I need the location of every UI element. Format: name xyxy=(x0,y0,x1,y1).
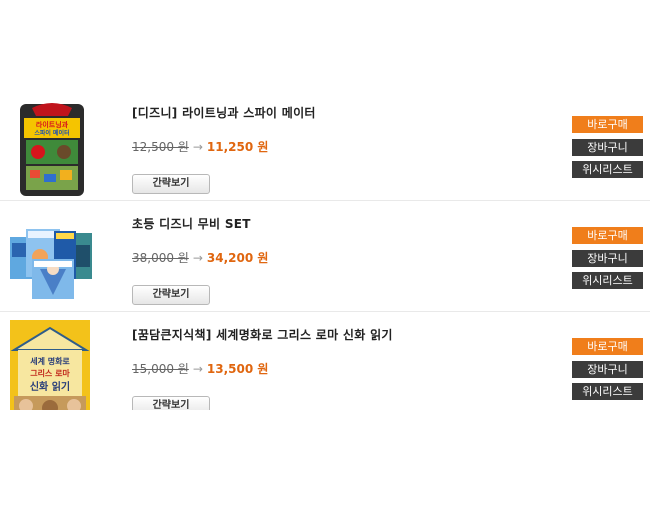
list-item: 세계 명화로 그리스 로마 신화 읽기 [꿈담큰지식책] 세계명화로 그리스 로… xyxy=(0,312,650,410)
wishlist-button[interactable]: 위시리스트 xyxy=(572,383,643,400)
list-item: 라이트닝과 스파이 메이터 [디즈니] 라이트닝과 스파이 메이터 12,500… xyxy=(0,90,650,201)
sale-price: 11,250 원 xyxy=(206,140,269,154)
svg-text:스파이 메이터: 스파이 메이터 xyxy=(34,129,69,137)
quick-view-button[interactable]: 간략보기 xyxy=(132,396,210,410)
add-to-cart-button[interactable]: 장바구니 xyxy=(572,250,643,267)
svg-text:세계 명화로: 세계 명화로 xyxy=(30,356,70,366)
svg-text:신화 읽기: 신화 읽기 xyxy=(30,380,70,393)
svg-text:라이트닝과: 라이트닝과 xyxy=(36,120,69,129)
original-price: 38,000 원 xyxy=(132,251,189,265)
product-thumbnail[interactable]: 세계 명화로 그리스 로마 신화 읽기 xyxy=(10,320,94,410)
wishlist-button[interactable]: 위시리스트 xyxy=(572,161,643,178)
sale-price: 13,500 원 xyxy=(206,362,269,376)
original-price: 15,000 원 xyxy=(132,362,189,376)
arrow-icon: → xyxy=(192,362,203,376)
product-title[interactable]: 초등 디즈니 무비 SET xyxy=(132,215,251,232)
product-title[interactable]: [디즈니] 라이트닝과 스파이 메이터 xyxy=(132,104,316,121)
buy-now-button[interactable]: 바로구매 xyxy=(572,116,643,133)
list-item: 초등 디즈니 무비 SET 38,000 원 → 34,200 원 간략보기 바로구… xyxy=(0,201,650,312)
product-thumbnail[interactable]: 라이트닝과 스파이 메이터 xyxy=(10,98,94,198)
arrow-icon: → xyxy=(192,140,203,154)
original-price: 12,500 원 xyxy=(132,140,189,154)
buy-now-button[interactable]: 바로구매 xyxy=(572,227,643,244)
add-to-cart-button[interactable]: 장바구니 xyxy=(572,139,643,156)
quick-view-button[interactable]: 간략보기 xyxy=(132,285,210,305)
product-thumbnail[interactable] xyxy=(10,209,94,309)
wishlist-button[interactable]: 위시리스트 xyxy=(572,272,643,289)
arrow-icon: → xyxy=(192,251,203,265)
sale-price: 34,200 원 xyxy=(206,251,269,265)
quick-view-button[interactable]: 간략보기 xyxy=(132,174,210,194)
product-price: 15,000 원 → 13,500 원 xyxy=(132,360,268,377)
product-price: 12,500 원 → 11,250 원 xyxy=(132,138,268,155)
product-price: 38,000 원 → 34,200 원 xyxy=(132,249,268,266)
add-to-cart-button[interactable]: 장바구니 xyxy=(572,361,643,378)
product-title[interactable]: [꿈담큰지식책] 세계명화로 그리스 로마 신화 읽기 xyxy=(132,326,393,343)
buy-now-button[interactable]: 바로구매 xyxy=(572,338,643,355)
svg-text:그리스 로마: 그리스 로마 xyxy=(30,368,70,378)
product-list: 라이트닝과 스파이 메이터 [디즈니] 라이트닝과 스파이 메이터 12,500… xyxy=(0,90,650,410)
